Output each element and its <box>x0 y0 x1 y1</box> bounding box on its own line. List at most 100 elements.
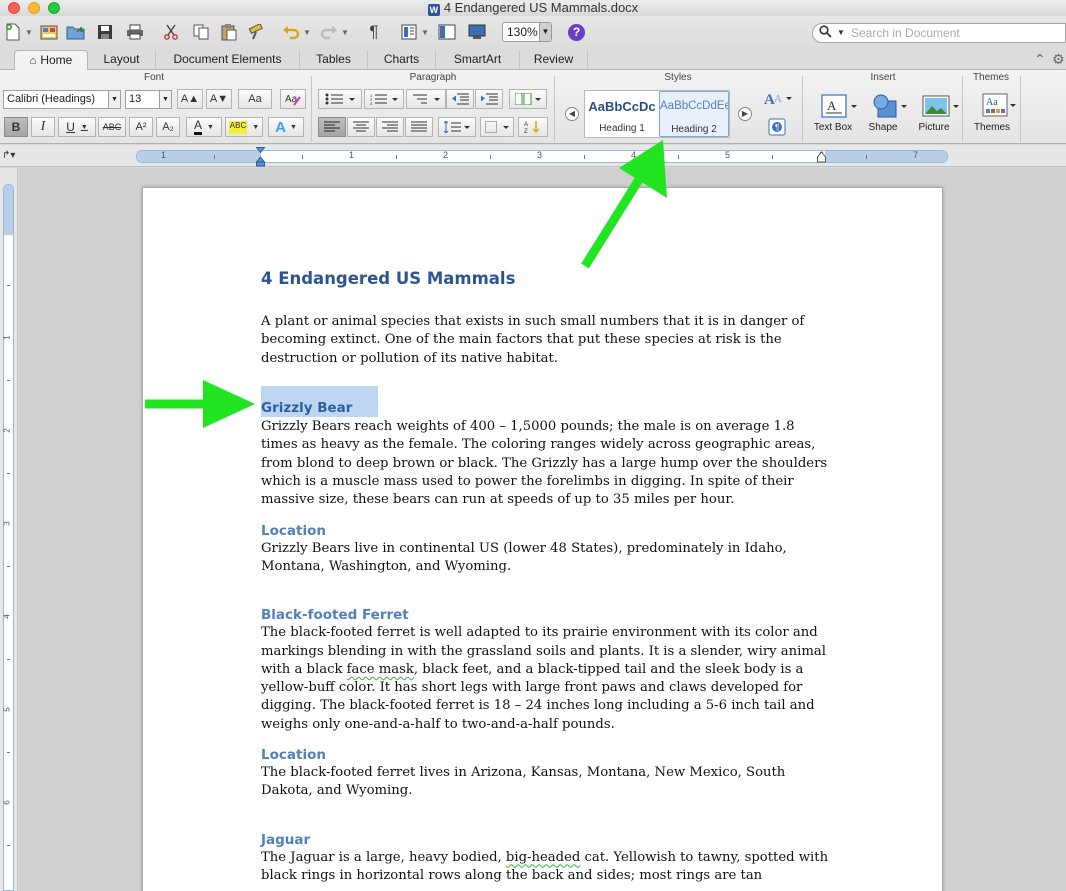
tab-home[interactable]: ⌂ Home <box>14 50 88 71</box>
styles-next-icon[interactable]: ▶ <box>738 107 752 121</box>
help-icon[interactable]: ? <box>568 24 585 41</box>
tab-stop-selector-icon[interactable]: ↱▾ <box>2 150 15 161</box>
superscript-button[interactable]: A² <box>129 117 153 137</box>
ruler-number: 5 <box>725 150 731 160</box>
styles-previous-icon[interactable]: ◀ <box>565 107 579 121</box>
align-center-button[interactable] <box>347 117 375 137</box>
ruler-tick <box>396 155 397 159</box>
chevron-down-icon[interactable]: ▼ <box>81 124 88 131</box>
tab-tables[interactable]: Tables <box>300 50 368 70</box>
paste-icon[interactable] <box>218 21 240 43</box>
collapse-ribbon-icon[interactable]: ⌃ <box>1034 51 1046 68</box>
indent-marker-icon[interactable] <box>256 147 265 167</box>
bold-button[interactable]: B <box>4 117 28 137</box>
subscript-button[interactable]: A₂ <box>156 117 180 137</box>
shrink-font-button[interactable]: A▼ <box>206 89 232 109</box>
picture-button[interactable]: Picture <box>908 93 960 133</box>
align-left-button[interactable] <box>318 117 346 137</box>
align-right-button[interactable] <box>376 117 404 137</box>
undo-icon[interactable] <box>280 21 302 43</box>
text-box-icon: A <box>818 93 857 119</box>
clear-formatting-button[interactable]: Aa <box>280 89 306 109</box>
heading-grizzly-bear[interactable]: Grizzly Bear <box>261 385 379 417</box>
search-options-dropdown-icon[interactable]: ▼ <box>837 28 845 37</box>
redo-dropdown-icon[interactable]: ▼ <box>340 21 350 43</box>
decrease-indent-button[interactable] <box>446 89 474 109</box>
tab-layout[interactable]: Layout <box>88 50 156 70</box>
sort-button[interactable]: AZ <box>518 117 548 137</box>
justify-button[interactable] <box>405 117 433 137</box>
chevron-down-icon[interactable]: ▼ <box>207 124 214 131</box>
shape-button[interactable]: Shape <box>860 93 907 133</box>
font-size-combo[interactable]: 13 ▼ <box>125 90 172 109</box>
chevron-down-icon[interactable]: ▼ <box>159 91 171 108</box>
redo-icon[interactable] <box>318 21 340 43</box>
group-divider <box>311 76 312 142</box>
ruler-number: 1 <box>349 150 355 160</box>
increase-indent-button[interactable] <box>475 89 503 109</box>
ruler-number: 7 <box>913 150 919 160</box>
underline-button[interactable]: U ▼ <box>58 117 96 137</box>
style-name: Heading 1 <box>599 123 645 134</box>
text-effects-button[interactable]: A ▼ <box>268 117 304 137</box>
tab-charts[interactable]: Charts <box>368 50 436 70</box>
vertical-ruler[interactable]: 1 2 3 4 5 6 <box>3 184 14 891</box>
highlight-button[interactable]: ABC ▼ <box>225 117 263 137</box>
numbering-button[interactable]: 123 <box>364 89 404 109</box>
search-input[interactable] <box>851 25 1061 41</box>
chevron-down-icon[interactable]: ▼ <box>290 124 297 131</box>
style-pane-toggle-button[interactable]: ¶ <box>766 117 788 137</box>
right-indent-marker-icon[interactable] <box>817 151 826 163</box>
tab-document-elements[interactable]: Document Elements <box>156 50 300 70</box>
new-document-dropdown-icon[interactable]: ▼ <box>24 21 34 43</box>
search-icon[interactable] <box>819 25 832 41</box>
cut-icon[interactable] <box>160 21 182 43</box>
line-spacing-button[interactable] <box>438 117 476 137</box>
text-box-button[interactable]: A Text Box <box>808 93 858 133</box>
ruler-tick <box>866 155 867 159</box>
bullets-button[interactable] <box>318 89 362 109</box>
columns-button[interactable] <box>509 89 547 109</box>
tab-smartart[interactable]: SmartArt <box>436 50 520 70</box>
ruler-tick <box>7 752 10 753</box>
view-layout-icon[interactable] <box>398 21 420 43</box>
copy-icon[interactable] <box>190 21 212 43</box>
styles-pane-button[interactable]: AA <box>762 88 794 108</box>
themes-button[interactable]: Aa Themes <box>966 93 1018 133</box>
save-icon[interactable] <box>94 21 116 43</box>
show-formatting-icon[interactable]: ¶ <box>364 21 384 43</box>
spelling-flag[interactable]: big-headed <box>506 850 580 865</box>
grow-font-button[interactable]: A▲ <box>177 89 203 109</box>
italic-button[interactable]: I <box>31 117 55 137</box>
new-document-icon[interactable] <box>2 21 24 43</box>
tab-review[interactable]: Review <box>520 50 588 70</box>
undo-dropdown-icon[interactable]: ▼ <box>302 21 312 43</box>
multilevel-list-button[interactable] <box>406 89 446 109</box>
view-dropdown-icon[interactable]: ▼ <box>420 21 430 43</box>
shape-icon <box>868 93 907 119</box>
format-painter-icon[interactable] <box>246 21 268 43</box>
font-name-combo[interactable]: Calibri (Headings) ▼ <box>3 90 121 109</box>
font-color-button[interactable]: A ▼ <box>186 117 222 137</box>
spelling-flag[interactable]: face mask <box>347 662 414 677</box>
strikethrough-button[interactable]: ABC <box>98 117 126 137</box>
borders-button[interactable] <box>480 117 514 137</box>
search-box[interactable]: ▼ <box>812 23 1066 43</box>
open-folder-icon[interactable] <box>64 21 88 43</box>
ruler-number: 5 <box>2 707 12 712</box>
style-pane-toggle-icon: ¶ <box>768 118 786 136</box>
style-heading-2[interactable]: AaBbCcDdEe Heading 2 <box>659 91 729 137</box>
templates-icon[interactable] <box>38 21 60 43</box>
chevron-down-icon[interactable]: ▼ <box>108 91 120 108</box>
chevron-down-icon[interactable]: ▼ <box>252 124 259 131</box>
chevron-down-icon[interactable]: ▼ <box>539 23 551 41</box>
document-body[interactable]: 4 Endangered US Mammals A plant or anima… <box>261 268 831 885</box>
sidebar-icon[interactable] <box>436 21 458 43</box>
print-icon[interactable] <box>124 21 146 43</box>
change-case-button[interactable]: Aa <box>238 89 272 109</box>
zoom-level-combo[interactable]: 130% ▼ <box>502 22 552 42</box>
style-heading-1[interactable]: AaBbCcDc Heading 1 <box>587 91 657 137</box>
media-browser-icon[interactable] <box>466 21 488 43</box>
ribbon-settings-icon[interactable]: ⚙ <box>1052 51 1065 68</box>
ruler-tick <box>7 659 10 660</box>
